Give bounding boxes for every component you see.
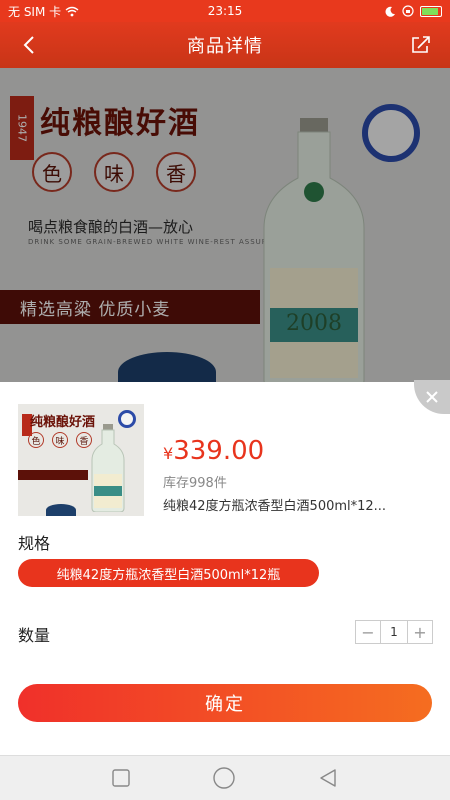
overlay-dim <box>0 68 450 382</box>
back-button[interactable] <box>14 30 44 60</box>
status-bar: 无 SIM 卡 23:15 <box>0 0 450 22</box>
quantity-stepper: − 1 + <box>355 620 433 644</box>
quantity-value[interactable]: 1 <box>380 621 408 643</box>
price-currency: ¥ <box>163 444 174 463</box>
price: ¥ 339.00 <box>163 436 264 466</box>
product-thumbnail: 纯粮酿好酒 色 味 香 <box>18 404 144 516</box>
status-right <box>385 5 442 17</box>
spec-label: 规格 <box>18 534 51 553</box>
thumb-title: 纯粮酿好酒 <box>30 415 96 430</box>
lock-rotation-icon <box>402 5 414 17</box>
carrier-text: 无 SIM 卡 <box>8 4 62 19</box>
confirm-button[interactable]: 确定 <box>18 684 432 722</box>
product-hero-image: 1947 纯粮酿好酒 色 味 香 喝点粮食酿的白酒—放心 DRINK SOME … <box>0 68 450 382</box>
thumb-bottle-icon <box>91 424 125 512</box>
close-icon <box>426 391 438 403</box>
thumb-circle: 味 <box>52 432 68 448</box>
sku-selector-sheet: 纯粮酿好酒 色 味 香 ¥ 339.00 库存998件 纯粮42度方瓶浓香型白酒… <box>0 380 450 755</box>
back-nav-icon[interactable] <box>317 767 339 789</box>
recent-apps-icon[interactable] <box>111 768 131 788</box>
battery-icon <box>420 5 442 17</box>
thumb-circle: 色 <box>28 432 44 448</box>
share-button[interactable] <box>406 30 436 60</box>
quantity-decrease-button[interactable]: − <box>356 621 380 643</box>
stock-count: 库存998件 <box>163 476 227 491</box>
wifi-icon <box>65 6 79 16</box>
quantity-increase-button[interactable]: + <box>408 621 432 643</box>
system-nav-bar <box>0 755 450 800</box>
home-icon[interactable] <box>212 766 236 790</box>
moon-icon <box>385 6 395 17</box>
thumb-circles: 色 味 香 <box>28 432 92 448</box>
thumb-bowl-icon <box>46 504 76 516</box>
product-name: 纯粮42度方瓶浓香型白酒500ml*12... <box>163 499 387 514</box>
nav-bar: 商品详情 <box>0 22 450 68</box>
thumb-banner <box>18 470 88 480</box>
price-value: 339.00 <box>173 436 265 466</box>
share-icon <box>412 36 430 53</box>
quantity-label: 数量 <box>18 626 51 645</box>
chevron-left-icon <box>23 36 34 54</box>
close-button[interactable] <box>414 380 450 414</box>
page-title: 商品详情 <box>187 36 263 57</box>
status-left: 无 SIM 卡 <box>8 3 385 20</box>
spec-option-chip[interactable]: 纯粮42度方瓶浓香型白酒500ml*12瓶 <box>18 559 319 587</box>
